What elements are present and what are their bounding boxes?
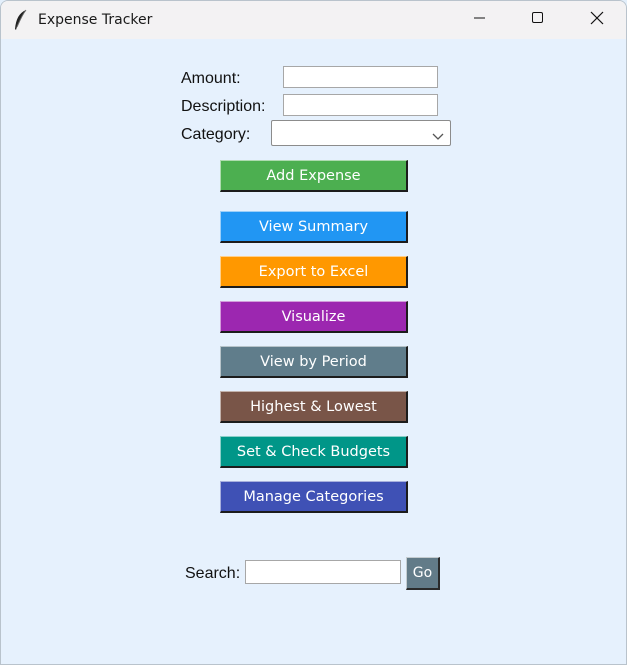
minimize-icon bbox=[474, 11, 486, 29]
chevron-down-icon[interactable] bbox=[432, 128, 444, 140]
app-window: Expense Tracker Amount: Description: Cat… bbox=[0, 0, 627, 665]
view-by-period-button[interactable]: View by Period bbox=[220, 346, 408, 378]
maximize-icon bbox=[532, 11, 544, 29]
description-field[interactable] bbox=[283, 94, 438, 116]
search-label: Search: bbox=[185, 565, 241, 582]
highest-lowest-button[interactable]: Highest & Lowest bbox=[220, 391, 408, 423]
feather-icon bbox=[13, 9, 29, 31]
go-button[interactable]: Go bbox=[406, 557, 440, 590]
window-title: Expense Tracker bbox=[38, 12, 153, 28]
title-bar[interactable]: Expense Tracker bbox=[1, 1, 626, 39]
view-summary-button[interactable]: View Summary bbox=[220, 211, 408, 243]
set-check-budgets-button[interactable]: Set & Check Budgets bbox=[220, 436, 408, 468]
close-button[interactable] bbox=[568, 1, 626, 39]
manage-categories-button[interactable]: Manage Categories bbox=[220, 481, 408, 513]
description-label: Description: bbox=[181, 98, 266, 115]
search-input[interactable] bbox=[245, 560, 401, 584]
add-expense-button[interactable]: Add Expense bbox=[220, 160, 408, 192]
minimize-button[interactable] bbox=[451, 1, 509, 39]
close-icon bbox=[590, 11, 604, 30]
visualize-button[interactable]: Visualize bbox=[220, 301, 408, 333]
category-select[interactable] bbox=[271, 120, 451, 146]
maximize-button[interactable] bbox=[509, 1, 567, 39]
category-label: Category: bbox=[181, 126, 251, 143]
amount-label: Amount: bbox=[181, 70, 241, 87]
amount-field[interactable] bbox=[283, 66, 438, 88]
export-to-excel-button[interactable]: Export to Excel bbox=[220, 256, 408, 288]
main-content: Amount: Description: Category: Add Expen… bbox=[1, 39, 626, 664]
